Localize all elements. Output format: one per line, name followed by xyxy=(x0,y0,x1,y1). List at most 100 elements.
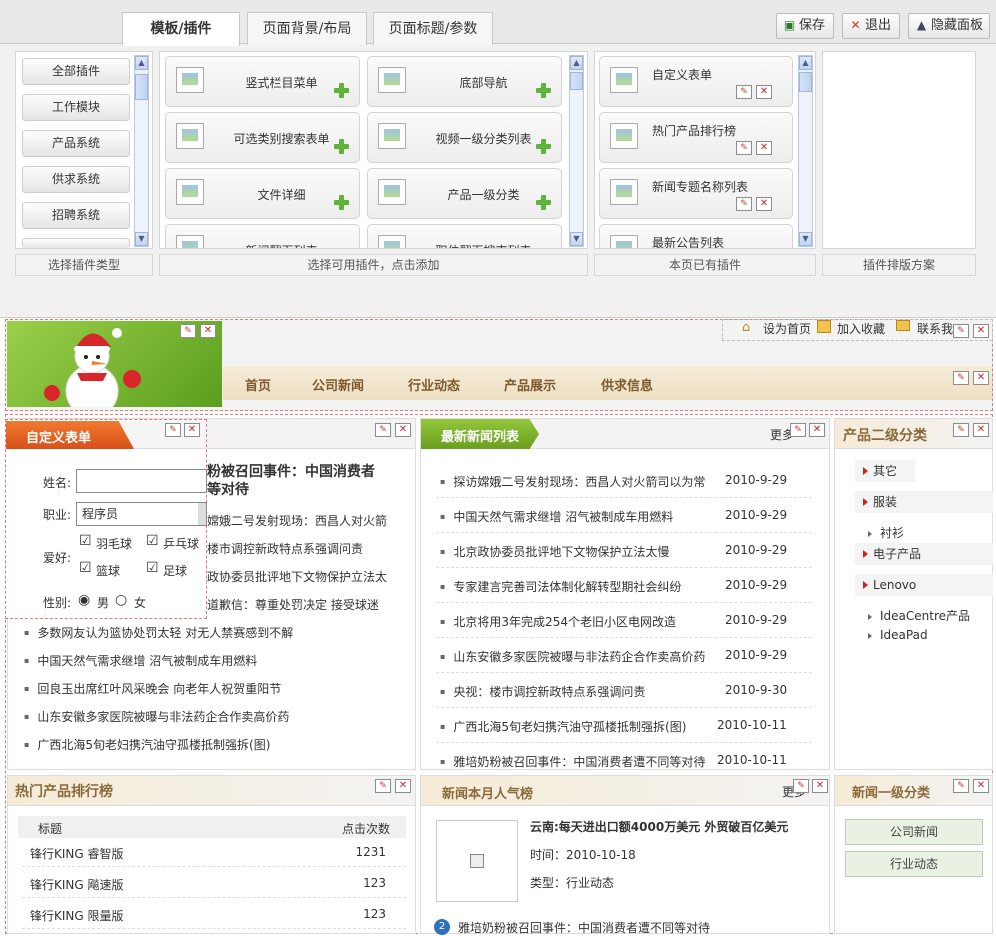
product-name[interactable]: 锋行KING 睿智版 xyxy=(30,845,124,862)
news-item[interactable]: 山东安徽多家医院被曝与非法药企合作卖高价药 xyxy=(440,648,705,665)
existing-plugin-card[interactable]: 最新公告列表✎✕ xyxy=(599,224,793,248)
cat-other[interactable]: 其它 xyxy=(855,460,915,482)
existing-scrollbar[interactable]: ▲ ▼ xyxy=(798,55,813,247)
edit-icon[interactable]: ✎ xyxy=(736,141,752,155)
edit-icon[interactable]: ✎ xyxy=(953,423,969,437)
save-button[interactable]: ▣ 保存 xyxy=(776,13,834,39)
cat-ideapad[interactable]: IdeaPad xyxy=(868,628,928,642)
existing-plugin-card[interactable]: 热门产品排行榜 ✎ ✕ xyxy=(599,112,793,163)
product-name[interactable]: 锋行KING 飚速版 xyxy=(30,876,124,893)
delete-icon[interactable]: ✕ xyxy=(756,141,772,155)
delete-icon[interactable]: ✕ xyxy=(973,423,989,437)
checkbox-football[interactable]: ☑ xyxy=(146,560,159,576)
exit-button[interactable]: ✕ 退出 xyxy=(842,13,900,39)
category-button[interactable]: 工作模块 xyxy=(22,94,130,121)
set-home-link[interactable]: 设为首页 xyxy=(763,320,811,337)
add-plus-icon[interactable] xyxy=(536,195,551,210)
edit-icon[interactable]: ✎ xyxy=(180,324,196,338)
scroll-thumb[interactable] xyxy=(799,72,812,92)
plugin-card[interactable]: 职位翻页搜索列表 xyxy=(367,224,562,248)
plugin-card[interactable]: 文件详细 xyxy=(165,168,360,219)
checkbox-pingpong[interactable]: ☑ xyxy=(146,533,159,549)
news-item[interactable]: 中国天然气需求继增 沼气被制成车用燃料 xyxy=(440,508,673,525)
delete-icon[interactable]: ✕ xyxy=(973,371,989,385)
scroll-up-icon[interactable]: ▲ xyxy=(570,56,583,70)
news-item[interactable]: 专家建言完善司法体制化解转型期社会纠纷 xyxy=(440,578,681,595)
add-plus-icon[interactable] xyxy=(334,139,349,154)
bookmark-link[interactable]: 加入收藏 xyxy=(837,320,885,337)
edit-icon[interactable]: ✎ xyxy=(790,423,806,437)
plugin-card[interactable]: 新闻翻页列表 xyxy=(165,224,360,248)
contact-link[interactable]: 联系我 xyxy=(917,320,953,337)
category-button-partial[interactable] xyxy=(22,238,130,248)
tab-templates[interactable]: 模板/插件 xyxy=(122,12,240,46)
edit-icon[interactable]: ✎ xyxy=(375,423,391,437)
edit-icon[interactable]: ✎ xyxy=(953,324,969,338)
delete-icon[interactable]: ✕ xyxy=(756,85,772,99)
news-item[interactable]: 广西北海5旬老妇携汽油守孤楼抵制强拆(图) xyxy=(24,736,270,753)
product-name[interactable]: 锋行KING 限量版 xyxy=(30,907,124,924)
delete-icon[interactable]: ✕ xyxy=(184,423,200,437)
existing-plugin-card[interactable]: 新闻专题名称列表 ✎ ✕ xyxy=(599,168,793,219)
news-cat-industry[interactable]: 行业动态 xyxy=(845,851,983,877)
plugin-card[interactable]: 竖式栏目菜单 xyxy=(165,56,360,107)
news-item-partial[interactable]: 道歉信：尊重处罚决定 接受球迷 xyxy=(207,596,379,613)
scroll-down-icon[interactable]: ▼ xyxy=(135,232,148,246)
news-item[interactable]: 北京政协委员批评地下文物保护立法太慢 xyxy=(440,543,669,560)
news-cat-company[interactable]: 公司新闻 xyxy=(845,819,983,845)
checkbox-basketball[interactable]: ☑ xyxy=(79,560,92,576)
name-field[interactable] xyxy=(76,469,207,493)
feature-image[interactable] xyxy=(436,820,518,902)
add-plus-icon[interactable] xyxy=(334,195,349,210)
nav-home[interactable]: 首页 xyxy=(245,375,271,394)
edit-icon[interactable]: ✎ xyxy=(953,371,969,385)
scroll-thumb[interactable] xyxy=(135,74,148,100)
category-button[interactable]: 供求系统 xyxy=(22,166,130,193)
news-item[interactable]: 山东安徽多家医院被曝与非法药企合作卖高价药 xyxy=(24,708,289,725)
hide-panel-button[interactable]: ▲ 隐藏面板 xyxy=(908,13,990,39)
edit-icon[interactable]: ✎ xyxy=(736,85,752,99)
news-item[interactable]: 多数网友认为篮协处罚太轻 对无人禁赛感到不解 xyxy=(24,624,293,641)
edit-icon[interactable]: ✎ xyxy=(165,423,181,437)
delete-icon[interactable]: ✕ xyxy=(809,423,825,437)
news-item[interactable]: 中国天然气需求继增 沼气被制成车用燃料 xyxy=(24,652,257,669)
news-item[interactable]: 广西北海5旬老妇携汽油守孤楼抵制强拆(图) xyxy=(440,718,686,735)
nav-industry[interactable]: 行业动态 xyxy=(408,375,460,394)
add-plus-icon[interactable] xyxy=(536,83,551,98)
delete-icon[interactable]: ✕ xyxy=(395,779,411,793)
feature-title[interactable]: 云南:每天进出口额4000万美元 外贸破百亿美元 xyxy=(530,818,788,835)
scroll-up-icon[interactable]: ▲ xyxy=(135,56,148,70)
nav-products[interactable]: 产品展示 xyxy=(504,375,556,394)
cat-ideacentre[interactable]: IdeaCentre产品 xyxy=(868,607,970,624)
plugin-card[interactable]: 视频一级分类列表 xyxy=(367,112,562,163)
edit-icon[interactable]: ✎ xyxy=(736,197,752,211)
cat-electronics[interactable]: 电子产品 xyxy=(855,543,993,565)
job-select[interactable]: 程序员 xyxy=(76,502,207,526)
news-item-partial[interactable]: 政协委员批评地下文物保护立法太 xyxy=(207,568,387,585)
add-plus-icon[interactable] xyxy=(536,139,551,154)
news-item-partial[interactable]: 嫦娥二号发射现场：西昌人对火箭 xyxy=(207,512,387,529)
delete-icon[interactable]: ✕ xyxy=(395,423,411,437)
scroll-down-icon[interactable]: ▼ xyxy=(570,232,583,246)
cat-lenovo[interactable]: Lenovo xyxy=(855,574,993,596)
delete-icon[interactable]: ✕ xyxy=(200,324,216,338)
tab-background[interactable]: 页面背景/布局 xyxy=(247,12,367,45)
add-plus-icon[interactable] xyxy=(334,83,349,98)
cat-shirt[interactable]: 衬衫 xyxy=(868,524,904,541)
edit-icon[interactable]: ✎ xyxy=(953,779,969,793)
category-button[interactable]: 产品系统 xyxy=(22,130,130,157)
radio-male[interactable]: ◉ xyxy=(78,592,90,608)
category-button[interactable]: 全部插件 xyxy=(22,58,130,85)
delete-icon[interactable]: ✕ xyxy=(973,779,989,793)
plugin-card[interactable]: 可选类别搜索表单 xyxy=(165,112,360,163)
nav-company-news[interactable]: 公司新闻 xyxy=(312,375,364,394)
delete-icon[interactable]: ✕ xyxy=(812,779,828,793)
radio-female[interactable]: ○ xyxy=(115,592,127,608)
category-scrollbar[interactable]: ▲ ▼ xyxy=(134,55,149,247)
delete-icon[interactable]: ✕ xyxy=(756,197,772,211)
edit-icon[interactable]: ✎ xyxy=(375,779,391,793)
scroll-thumb[interactable] xyxy=(570,72,583,90)
nav-supply[interactable]: 供求信息 xyxy=(601,375,653,394)
news-headline[interactable]: 粉被召回事件：中国消费者 等对待 xyxy=(207,463,407,499)
news-item[interactable]: 央视：楼市调控新政特点系强调问责 xyxy=(440,683,645,700)
